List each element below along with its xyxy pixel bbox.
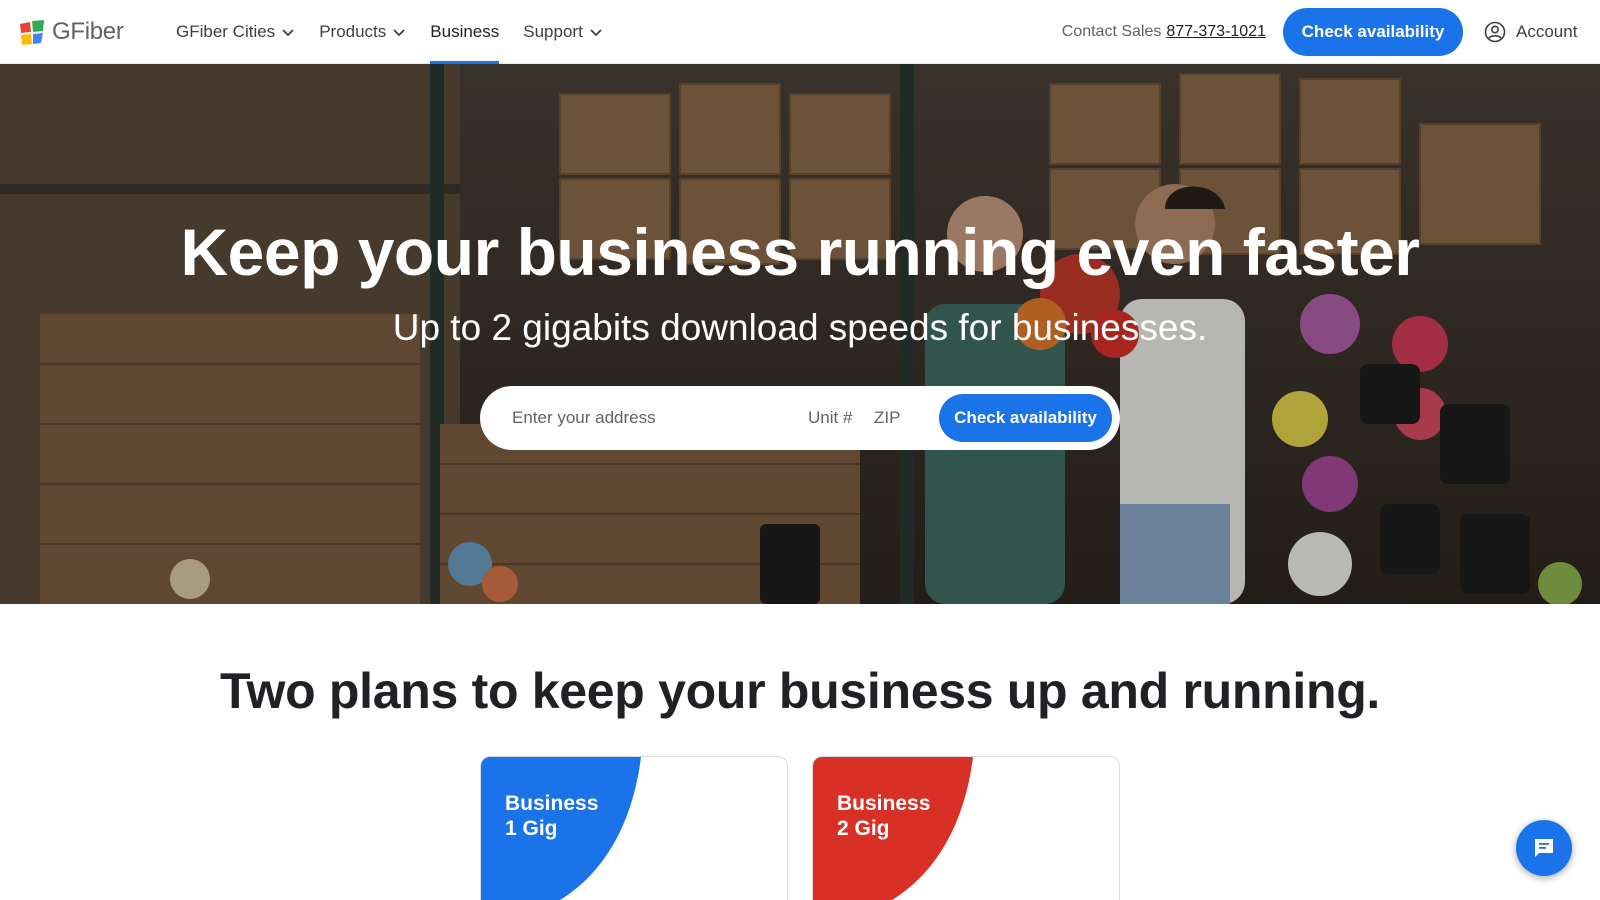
nav-label: Business	[430, 22, 500, 41]
check-availability-header-button[interactable]: Check availability	[1283, 8, 1463, 56]
main-nav: GFiber Cities Products Business Support	[176, 0, 627, 64]
plan-name: Business 2 Gig	[837, 791, 930, 841]
chevron-down-icon	[282, 29, 294, 37]
nav-business[interactable]: Business	[430, 0, 499, 64]
contact-sales-label: Contact Sales	[1061, 23, 1162, 40]
chevron-down-icon	[590, 29, 602, 37]
chevron-down-icon	[393, 29, 405, 37]
chat-button[interactable]	[1516, 820, 1572, 876]
address-input[interactable]	[512, 398, 782, 438]
account-link[interactable]: Account	[1484, 0, 1577, 64]
site-header: GFiber GFiber Cities Products Business S…	[0, 0, 1600, 64]
hero-title: Keep your business running even faster	[180, 215, 1421, 289]
logo-text: GFiber	[52, 18, 124, 45]
plan-card-business-2-gig[interactable]: Business 2 Gig	[812, 756, 1120, 900]
chat-icon	[1535, 839, 1553, 857]
plan-name-line1: Business	[505, 792, 599, 815]
hero-section: Keep your business running even faster U…	[0, 64, 1600, 604]
hero-subtitle: Up to 2 gigabits download speeds for bus…	[392, 307, 1208, 348]
contact-sales-phone-link[interactable]: 877-373-1021	[1166, 23, 1266, 41]
account-circle-icon	[1484, 21, 1506, 43]
plan-name-line1: Business	[837, 792, 931, 815]
nav-gfiber-cities[interactable]: GFiber Cities	[176, 0, 295, 64]
plan-name-line2: 1 Gig	[505, 817, 558, 840]
nav-products[interactable]: Products	[319, 0, 406, 64]
check-availability-button[interactable]: Check availability	[939, 394, 1112, 442]
nav-support[interactable]: Support	[523, 0, 603, 64]
plan-name: Business 1 Gig	[505, 791, 598, 841]
gfiber-logo[interactable]: GFiber	[20, 18, 124, 45]
zip-input[interactable]	[874, 398, 934, 438]
account-label: Account	[1516, 22, 1578, 41]
contact-sales: Contact Sales 877-373-1021	[1062, 0, 1266, 64]
unit-input[interactable]	[808, 398, 864, 438]
plans-title: Two plans to keep your business up and r…	[219, 663, 1381, 719]
plan-card-business-1-gig[interactable]: Business 1 Gig	[480, 756, 788, 900]
nav-label: Support	[523, 22, 583, 41]
nav-label: Products	[319, 22, 387, 41]
gfiber-logo-icon	[20, 19, 44, 45]
nav-label: GFiber Cities	[176, 22, 276, 41]
plan-name-line2: 2 Gig	[837, 817, 890, 840]
address-search-form: Check availability	[480, 386, 1120, 450]
